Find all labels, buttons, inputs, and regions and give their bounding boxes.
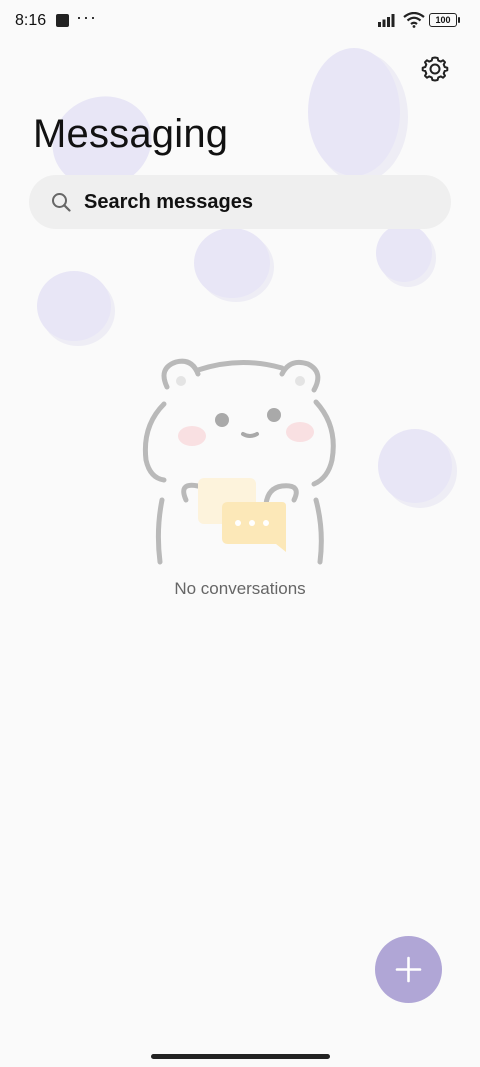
decorative-blob (378, 429, 452, 503)
search-placeholder: Search messages (84, 191, 254, 213)
gear-icon (421, 56, 449, 82)
page-title: Messaging (33, 112, 229, 156)
home-indicator[interactable] (151, 1054, 330, 1059)
plus-icon (395, 956, 422, 983)
search-bar[interactable]: Search messages (29, 175, 451, 229)
search-icon (52, 193, 71, 212)
bear-illustration (142, 358, 336, 565)
decorative-blob (194, 228, 270, 298)
decorative-blob (37, 271, 111, 341)
status-bar: 8:16 ··· 100 (0, 0, 480, 42)
new-conversation-button[interactable] (375, 936, 442, 1003)
decorative-blob (308, 48, 400, 176)
more-notifications-icon: ··· (76, 7, 97, 27)
notification-icon (56, 14, 69, 27)
status-time: 8:16 (15, 12, 47, 29)
settings-button[interactable] (418, 52, 452, 86)
decorative-blob (376, 224, 432, 282)
battery-icon: 100 (429, 13, 460, 27)
signal-icon (378, 14, 395, 27)
empty-state-text: No conversations (174, 579, 306, 598)
wifi-icon (403, 12, 425, 28)
